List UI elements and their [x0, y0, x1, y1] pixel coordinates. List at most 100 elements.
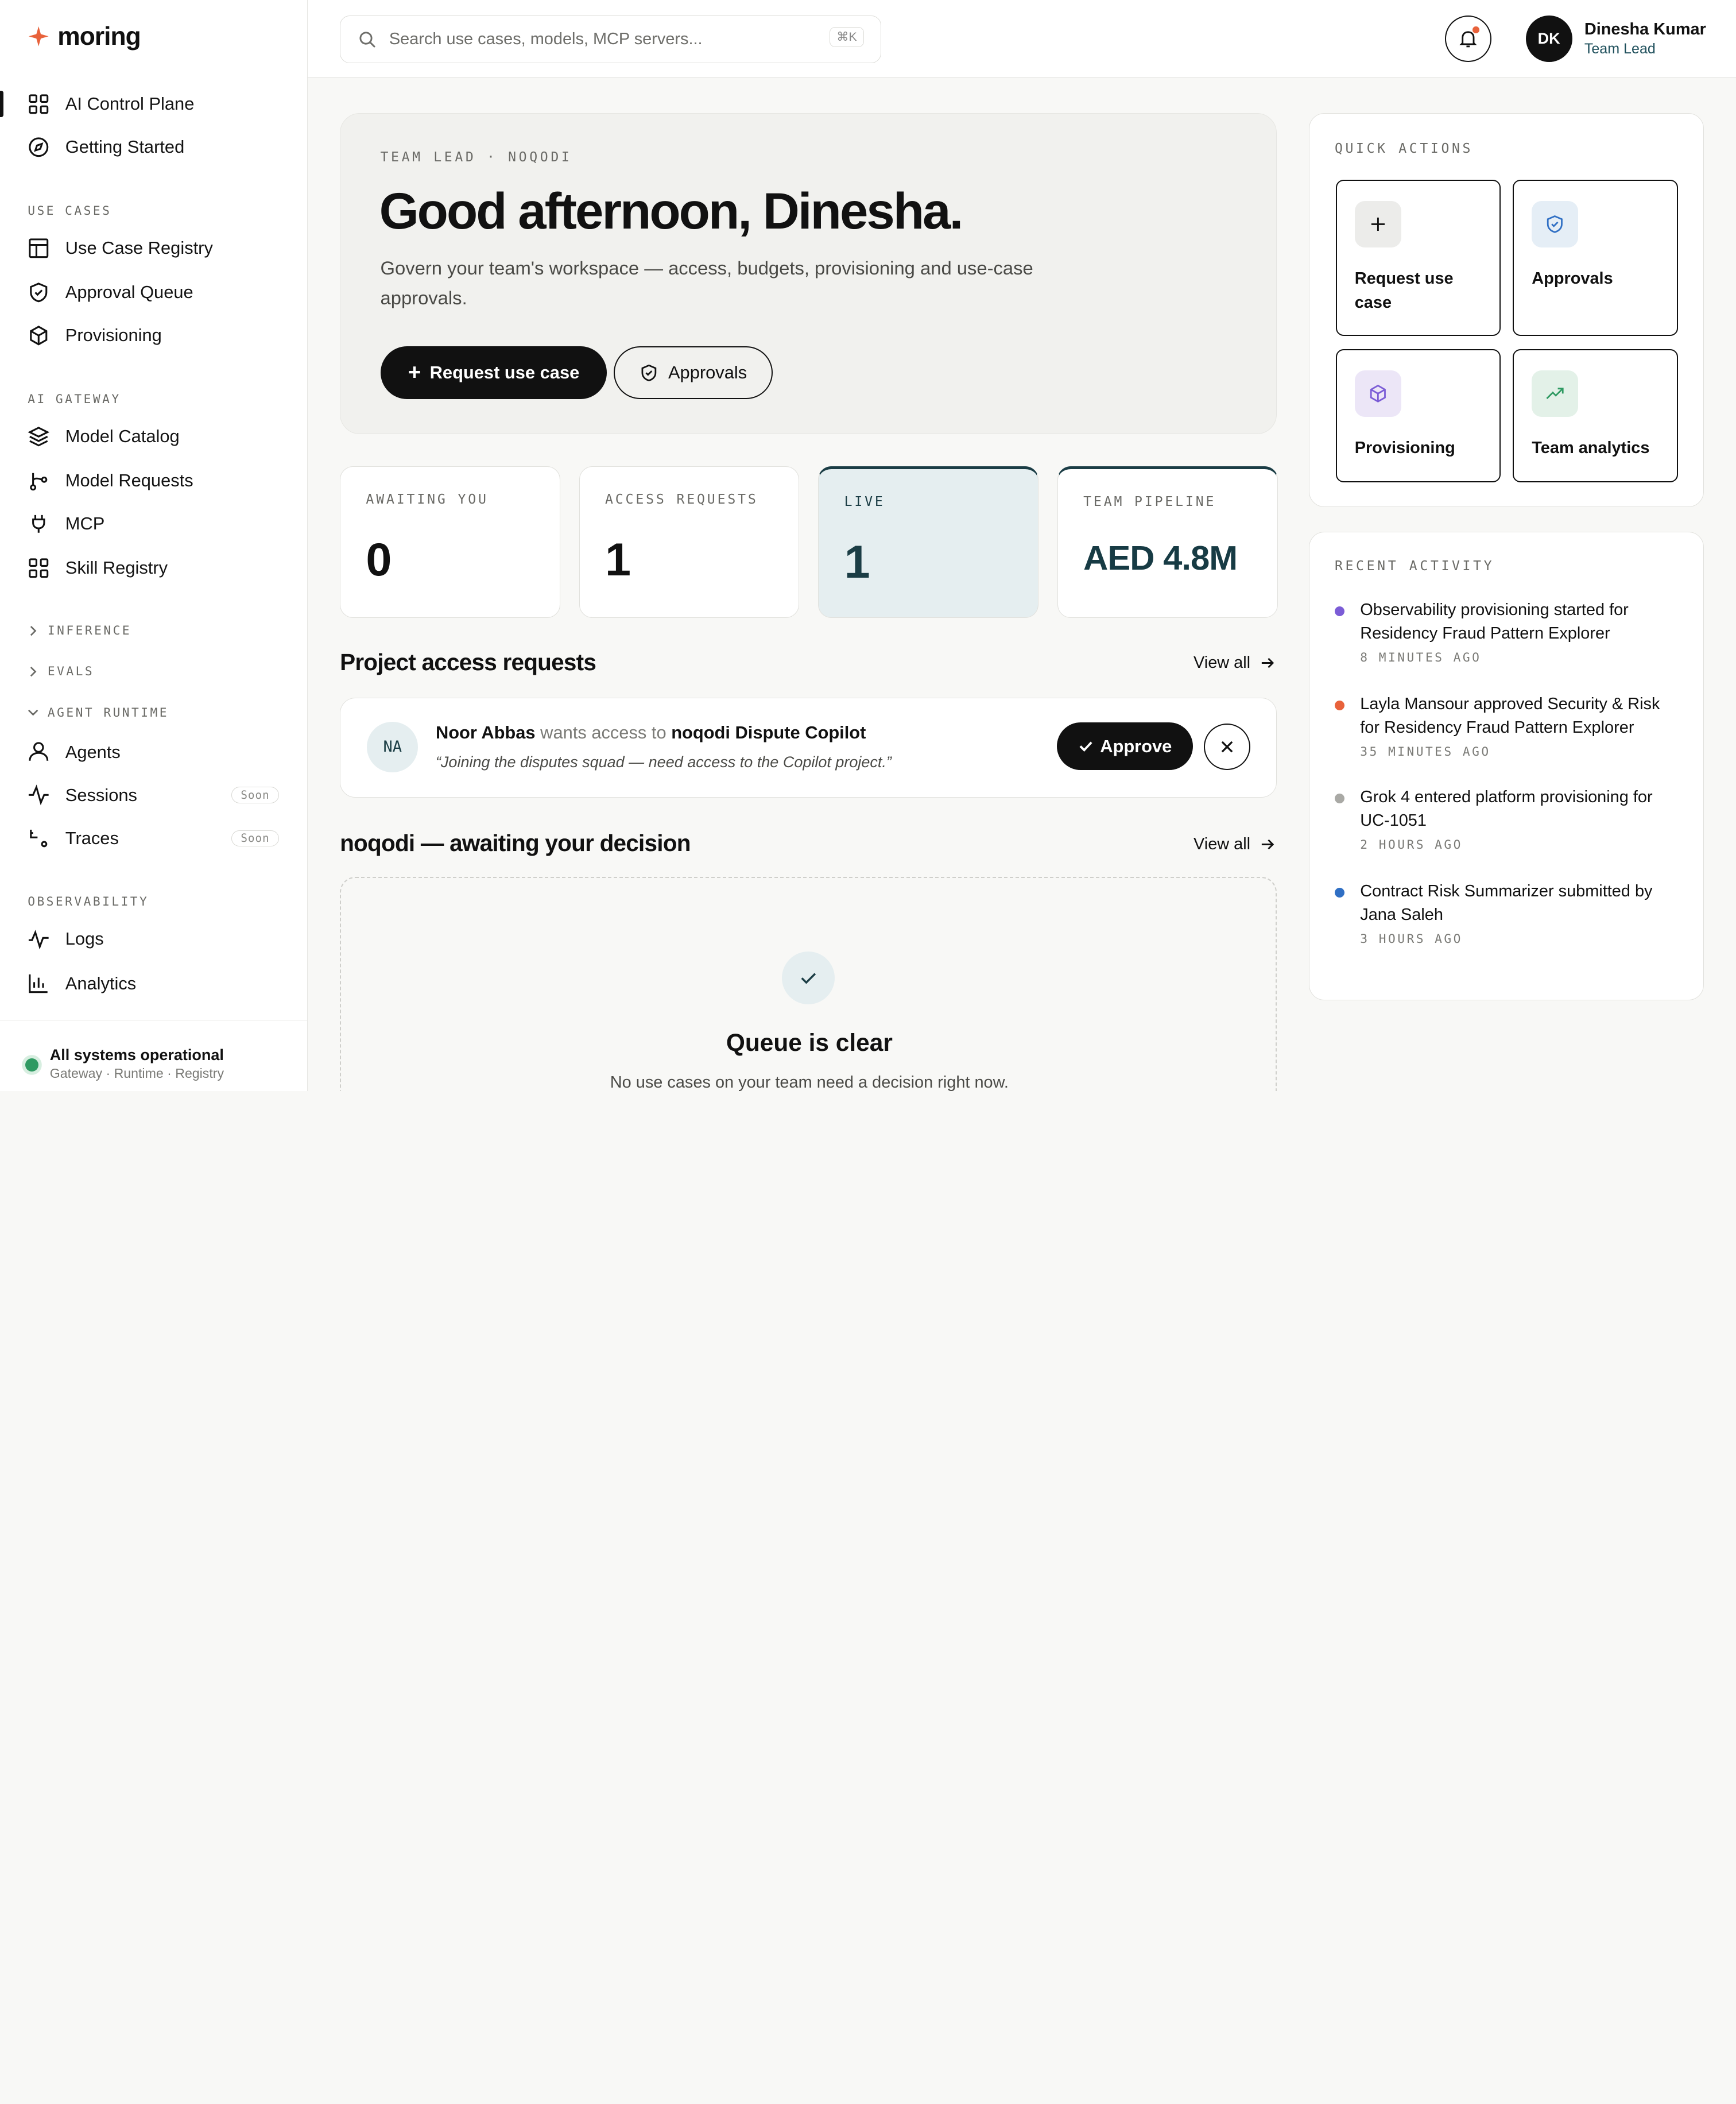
- brand-name: moring: [57, 22, 141, 51]
- grid-icon: [29, 558, 49, 578]
- sidebar-item-logs[interactable]: Logs: [0, 919, 308, 959]
- shortcut-hint: ⌘K: [829, 27, 865, 47]
- sidebar-item-mcp[interactable]: MCP: [0, 504, 308, 544]
- search-box[interactable]: ⌘K: [340, 16, 882, 63]
- stat-live[interactable]: LIVE 1: [818, 466, 1039, 618]
- sidebar-item-label: Skill Registry: [65, 558, 168, 578]
- arrow-right-icon: [1261, 839, 1274, 850]
- page-title: Good afternoon, Dinesha.: [379, 183, 964, 240]
- recent-activity-panel: RECENT ACTIVITY Observability provisioni…: [1308, 531, 1704, 1000]
- stat-team-pipeline[interactable]: TEAM PIPELINE AED 4.8M: [1057, 466, 1278, 618]
- access-requests-view-all-link[interactable]: View all: [1194, 653, 1275, 672]
- sidebar-item-use-case-registry[interactable]: Use Case Registry: [0, 228, 308, 268]
- sidebar-item-label: Getting Started: [65, 137, 185, 157]
- box-icon: [30, 326, 48, 346]
- activity-text: Observability provisioning started for R…: [1360, 601, 1629, 643]
- sidebar-item-model-catalog[interactable]: Model Catalog: [0, 416, 308, 456]
- chevron-down-icon: [28, 710, 38, 716]
- sidebar-item-analytics[interactable]: Analytics: [0, 964, 308, 1003]
- search-input[interactable]: [389, 29, 810, 49]
- stat-value: 1: [844, 536, 870, 588]
- sidebar-item-approval-queue[interactable]: Approval Queue: [0, 272, 308, 312]
- activity-text: Layla Mansour approved Security & Risk f…: [1360, 695, 1660, 737]
- sidebar-item-model-requests[interactable]: Model Requests: [0, 461, 308, 500]
- section-evals-toggle[interactable]: EVALS: [28, 664, 94, 679]
- empty-queue-state: Queue is clear No use cases on your team…: [340, 877, 1277, 1091]
- chevron-right-icon: [30, 666, 37, 677]
- sidebar-item-label: MCP: [65, 513, 105, 534]
- section-agent-runtime-toggle[interactable]: AGENT RUNTIME: [28, 706, 169, 720]
- logo-icon: [29, 26, 49, 47]
- activity-item[interactable]: Observability provisioning started for R…: [1334, 598, 1678, 676]
- sidebar-item-label: Logs: [65, 929, 104, 949]
- stat-value: 1: [605, 533, 631, 586]
- activity-item[interactable]: Contract Risk Summarizer submitted by Ja…: [1334, 880, 1678, 957]
- quick-action-label: Team analytics: [1532, 438, 1650, 457]
- sidebar-item-getting-started[interactable]: Getting Started: [0, 127, 308, 167]
- quick-action-label: Provisioning: [1354, 438, 1455, 457]
- notification-dot: [1472, 26, 1479, 33]
- user-name[interactable]: Dinesha Kumar: [1584, 20, 1706, 39]
- sidebar-item-provisioning[interactable]: Provisioning: [0, 316, 308, 355]
- decision-queue-title: noqodi — awaiting your decision: [340, 829, 691, 856]
- sidebar-item-ai-control-plane[interactable]: AI Control Plane: [0, 84, 308, 124]
- quick-action-provisioning[interactable]: Provisioning: [1335, 349, 1501, 482]
- soon-badge: Soon: [231, 787, 279, 804]
- requested-project: noqodi Dispute Copilot: [671, 722, 866, 743]
- activity-dot: [1334, 887, 1345, 898]
- quick-action-request-use-case[interactable]: Request use case: [1335, 180, 1501, 337]
- box-icon: [1354, 370, 1401, 417]
- plug-icon: [32, 515, 45, 533]
- button-label: Approvals: [668, 362, 747, 382]
- sidebar-item-label: Approval Queue: [65, 282, 193, 303]
- stat-value: 0: [366, 533, 392, 586]
- approvals-button[interactable]: Approvals: [614, 346, 773, 400]
- sidebar-item-traces[interactable]: Traces Soon: [0, 818, 308, 858]
- trending-up-icon: [1532, 370, 1579, 417]
- activity-text: Contract Risk Summarizer submitted by Ja…: [1360, 882, 1653, 924]
- section-evals: EVALS: [47, 664, 95, 679]
- section-ai-gateway: AI GATEWAY: [28, 392, 121, 407]
- sidebar-item-label: Provisioning: [65, 325, 162, 346]
- sidebar-item-agents[interactable]: Agents: [0, 732, 308, 772]
- sidebar-item-label: Analytics: [65, 973, 137, 993]
- approve-button[interactable]: Approve: [1056, 722, 1194, 771]
- shield-check-icon: [30, 283, 48, 303]
- button-label: Approve: [1100, 736, 1172, 756]
- hero-card: TEAM LEAD · NOQODI Good afternoon, Dines…: [340, 113, 1277, 434]
- empty-state-title: Queue is clear: [726, 1028, 893, 1056]
- request-summary: Noor Abbas wants access to noqodi Disput…: [436, 722, 866, 743]
- activity-time: 2 HOURS AGO: [1360, 838, 1463, 852]
- reject-button[interactable]: [1204, 724, 1251, 771]
- access-requests-title: Project access requests: [340, 649, 596, 676]
- chevron-right-icon: [30, 625, 37, 636]
- topbar: ⌘K DK Dinesha Kumar Team Lead: [308, 0, 1736, 78]
- section-observability: OBSERVABILITY: [28, 895, 149, 910]
- activity-item[interactable]: Layla Mansour approved Security & Risk f…: [1334, 693, 1678, 770]
- sidebar-item-skill-registry[interactable]: Skill Registry: [0, 548, 308, 588]
- quick-action-team-analytics[interactable]: Team analytics: [1513, 349, 1678, 482]
- user-avatar[interactable]: DK: [1525, 16, 1572, 62]
- section-inference-toggle[interactable]: INFERENCE: [28, 624, 131, 638]
- activity-item[interactable]: Grok 4 entered platform provisioning for…: [1334, 786, 1678, 863]
- stat-access-requests[interactable]: ACCESS REQUESTS 1: [579, 466, 800, 618]
- sidebar-item-label: Use Case Registry: [65, 237, 213, 258]
- quick-action-approvals[interactable]: Approvals: [1513, 180, 1678, 337]
- activity-time: 35 MINUTES AGO: [1360, 745, 1491, 759]
- sidebar-item-sessions[interactable]: Sessions Soon: [0, 775, 308, 815]
- system-status: All systems operational Gateway · Runtim…: [0, 1020, 308, 1090]
- quick-action-label: Approvals: [1532, 269, 1613, 288]
- stat-label: TEAM PIPELINE: [1083, 494, 1216, 510]
- decision-view-all-link[interactable]: View all: [1194, 835, 1275, 854]
- notifications-button[interactable]: [1444, 16, 1491, 62]
- request-use-case-button[interactable]: + Request use case: [380, 346, 607, 400]
- requester-name: Noor Abbas: [435, 722, 536, 743]
- stat-value: AED 4.8M: [1083, 538, 1238, 577]
- request-note: “Joining the disputes squad — need acces…: [435, 753, 892, 771]
- bar-chart-icon: [29, 974, 48, 993]
- plus-icon: [1354, 201, 1401, 248]
- stat-awaiting-you[interactable]: AWAITING YOU 0: [340, 466, 560, 618]
- hero-subtitle: Govern your team's workspace — access, b…: [380, 257, 1033, 308]
- user-role: Team Lead: [1584, 41, 1656, 57]
- logo[interactable]: moring: [26, 22, 141, 51]
